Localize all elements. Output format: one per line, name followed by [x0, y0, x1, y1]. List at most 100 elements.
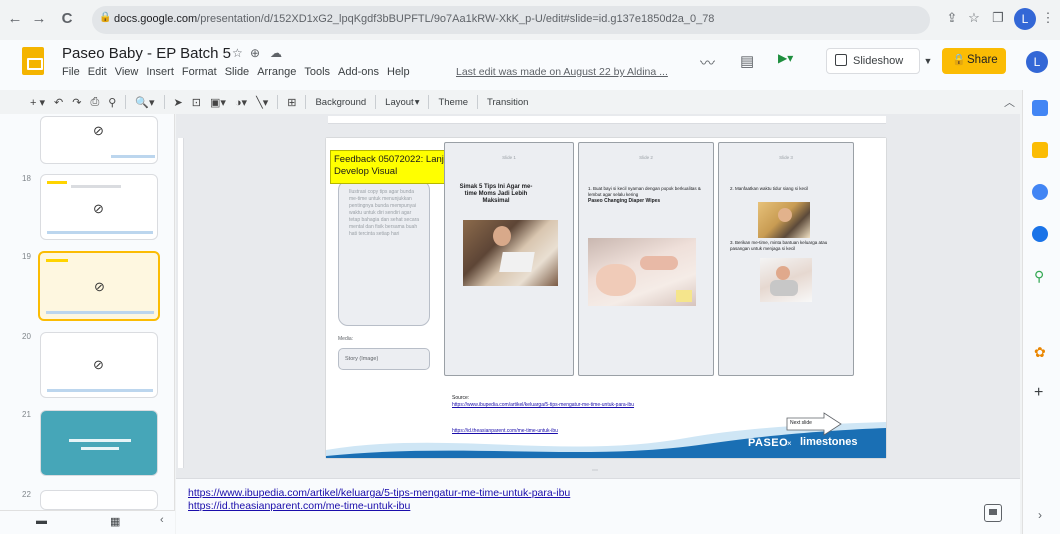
menu-arrange[interactable]: Arrange [257, 66, 296, 78]
menu-edit[interactable]: Edit [88, 66, 107, 78]
tasks-icon[interactable] [1032, 184, 1048, 200]
move-folder-icon[interactable]: ⊕ [250, 46, 260, 60]
activity-trend-icon[interactable]: 〰 [700, 52, 715, 73]
collapse-toolbar-icon[interactable]: ︿ [1004, 94, 1015, 110]
back-button[interactable]: ← [6, 10, 24, 27]
slideshow-button[interactable]: Slideshow [826, 48, 920, 74]
get-addons-plus-icon[interactable]: + [1034, 384, 1043, 402]
slide-thumbnail-selected[interactable]: ⊘ [38, 251, 160, 321]
undo-icon[interactable]: ↶ [54, 96, 63, 109]
explore-icon[interactable] [984, 504, 1002, 522]
left-copy-panel[interactable]: Ilustrasi copy tips agar bunda me-time u… [338, 180, 430, 326]
slide-thumbnail[interactable]: ⊘ [40, 332, 158, 398]
transition-button[interactable]: Transition [487, 97, 528, 108]
grid-view-icon[interactable]: ▦ [110, 515, 120, 528]
print-icon[interactable]: ⎙ [90, 96, 99, 109]
shape-icon[interactable]: ◑▾ [235, 96, 247, 109]
share-button[interactable]: 🔒 Share [942, 48, 1006, 74]
brand-separator: × [787, 439, 792, 448]
notes-resize-handle[interactable]: ⋯ [592, 467, 598, 474]
collapse-filmstrip-icon[interactable]: ‹ [160, 514, 164, 526]
speaker-notes[interactable]: https://www.ibupedia.com/artikel/keluarg… [176, 478, 1020, 534]
slide-thumbnail[interactable]: ⊘ [40, 116, 158, 164]
addon-icon[interactable]: ✿ [1034, 344, 1046, 361]
slideshow-dropdown-icon[interactable]: ▼ [920, 48, 936, 74]
thumbnail-decoration [46, 311, 154, 314]
share-page-icon[interactable]: ⇪ [942, 10, 962, 26]
browser-profile-avatar[interactable]: L [1014, 8, 1036, 30]
photo-detail [776, 266, 790, 280]
panel1-headline: Simak 5 Tips Ini Agar me-time Moms Jadi … [459, 184, 533, 204]
vertical-ruler[interactable] [178, 138, 184, 468]
mother-relax-photo[interactable] [758, 202, 810, 238]
mother-baby-photo[interactable] [760, 258, 812, 302]
thumbnail-decoration [71, 185, 121, 188]
comment-add-icon[interactable]: ⊞ [287, 96, 296, 109]
text-box-icon[interactable]: ⊡ [192, 96, 201, 109]
star-icon[interactable]: ☆ [232, 46, 243, 60]
menu-view[interactable]: View [115, 66, 139, 78]
line-icon[interactable]: ╲▾ [256, 96, 268, 109]
lock-icon[interactable]: 🔒 [99, 12, 111, 23]
new-slide-icon[interactable]: + ▾ [30, 96, 45, 109]
panel-title: Slide 3 [779, 155, 793, 160]
thumbnail-decoration [69, 439, 131, 442]
slide-number: 21 [22, 410, 31, 419]
layout-dropdown-icon[interactable]: ▾ [415, 97, 420, 108]
notes-link-1[interactable]: https://www.ibupedia.com/artikel/keluarg… [188, 487, 570, 499]
document-title[interactable]: Paseo Baby - EP Batch 5 [62, 45, 231, 62]
contacts-icon[interactable] [1032, 226, 1048, 242]
cloud-status-icon: ☁ [270, 46, 282, 60]
zoom-icon[interactable]: 🔍▾ [135, 96, 154, 109]
product-pack [676, 290, 692, 302]
address-bar[interactable]: docs.google.com/presentation/d/152XD1xG2… [92, 6, 930, 34]
background-button[interactable]: Background [315, 97, 366, 108]
menu-addons[interactable]: Add-ons [338, 66, 379, 78]
calendar-icon[interactable] [1032, 100, 1048, 116]
layout-button[interactable]: Layout [385, 97, 414, 108]
forward-button[interactable]: → [30, 10, 48, 27]
maps-icon[interactable]: ⚲ [1034, 268, 1044, 285]
limestones-logo: limestones [800, 436, 858, 448]
mother-laptop-photo[interactable] [463, 220, 558, 286]
paint-format-icon[interactable]: ⚲ [108, 96, 116, 109]
browser-menu-icon[interactable]: ⋮ [1038, 10, 1058, 26]
slide-thumbnail[interactable]: ⊘ [40, 174, 158, 240]
last-edit-link[interactable]: Last edit was made on August 22 by Aldin… [456, 66, 668, 78]
toolbar-divider [305, 95, 307, 109]
menu-help[interactable]: Help [387, 66, 410, 78]
menu-file[interactable]: File [62, 66, 80, 78]
notes-link-2[interactable]: https://id.theasianparent.com/me-time-un… [188, 500, 410, 512]
comments-icon[interactable]: ▤ [740, 52, 754, 70]
baby-diaper-photo[interactable] [588, 238, 696, 306]
media-value-box[interactable]: Story (Image) [338, 348, 430, 370]
slide-thumbnail[interactable] [40, 490, 158, 510]
account-avatar[interactable]: L [1026, 51, 1048, 73]
theme-button[interactable]: Theme [438, 97, 468, 108]
thumbnail-decoration [47, 389, 153, 392]
thumbnail-decoration [47, 181, 67, 184]
toolbar-divider [428, 95, 430, 109]
redo-icon[interactable]: ↷ [72, 96, 81, 109]
bookmark-star-icon[interactable]: ☆ [964, 10, 984, 26]
menu-insert[interactable]: Insert [146, 66, 174, 78]
hide-side-panel-icon[interactable]: › [1038, 508, 1042, 522]
tab-search-icon[interactable]: ❐ [988, 10, 1008, 26]
reload-button[interactable]: C [58, 10, 76, 27]
meet-icon[interactable]: ▶▾ [778, 51, 808, 73]
source-link-1[interactable]: https://www.ibupedia.com/artikel/keluarg… [452, 402, 672, 408]
url-path: /presentation/d/152XD1xG2_lpqKgdf3bBUPFT… [197, 13, 715, 25]
filmstrip-view-icon[interactable]: ▬ [36, 515, 47, 527]
photo-detail [778, 208, 792, 222]
keep-icon[interactable] [1032, 142, 1048, 158]
slide-thumbnail[interactable] [40, 410, 158, 476]
thumbnail-decoration [81, 447, 119, 450]
menu-tools[interactable]: Tools [304, 66, 330, 78]
menu-slide[interactable]: Slide [225, 66, 249, 78]
photo-detail [770, 280, 798, 296]
image-icon[interactable]: ▣▾ [210, 96, 226, 109]
horizontal-ruler[interactable] [328, 116, 886, 124]
slides-logo-icon[interactable] [22, 47, 44, 75]
menu-format[interactable]: Format [182, 66, 217, 78]
select-cursor-icon[interactable]: ➤ [174, 96, 183, 109]
